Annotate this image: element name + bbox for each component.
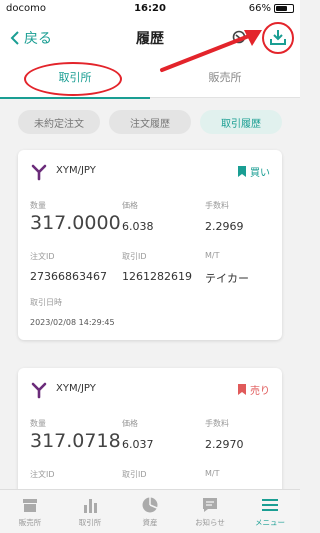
trade-side-badge: 買い [238,164,270,179]
datetime-label: 取引日時 [30,298,62,307]
nav-label: メニュー [255,518,285,527]
fee-label: 手数料 [205,419,229,428]
bookmark-icon [238,384,246,395]
status-right: 66% [249,3,294,14]
mt-value: テイカー [205,272,249,285]
mt-label: M/T [205,251,220,260]
filter-trade-history[interactable]: 取引履歴 [200,110,282,134]
trade-card: XYM/JPY 売り 数量 317.0718 価格 6.037 手数料 2.29… [18,368,282,508]
fee-value: 2.2969 [205,220,244,233]
symbol-coin-icon [31,382,47,399]
nav-label: 販売所 [18,518,42,527]
nav-item-sales[interactable]: 販売所 [0,490,60,533]
price-label: 価格 [122,419,138,428]
trade-pair: XYM/JPY [56,383,96,394]
bottom-nav: 販売所 取引所 資産 お知らせ メニュー [0,489,300,533]
fee-value: 2.2970 [205,438,244,451]
nav-item-notices[interactable]: お知らせ [180,490,240,533]
quantity-value: 317.0718 [30,430,121,452]
price-label: 価格 [122,201,138,210]
order-id-label: 注文ID [30,470,55,479]
filter-order-history[interactable]: 注文履歴 [109,110,191,134]
trade-side-badge: 売り [238,382,270,397]
symbol-coin-icon [31,164,47,181]
order-id-label: 注文ID [30,252,55,261]
filter-open-orders[interactable]: 未約定注文 [18,110,100,134]
datetime-value: 2023/02/08 14:29:45 [30,318,115,327]
trade-side-label: 買い [250,168,270,179]
bar-chart-icon [84,499,97,513]
nav-item-menu[interactable]: メニュー [240,490,300,533]
annotation-arrow [160,30,262,72]
nav-item-exchange[interactable]: 取引所 [60,490,120,533]
quantity-label: 数量 [30,201,46,210]
order-id-value: 27366863467 [30,270,107,283]
trade-card-header: XYM/JPY 買い [30,163,270,181]
trade-id-value: 1261282619 [122,270,192,283]
pie-chart-icon [142,497,158,513]
nav-label: お知らせ [195,518,225,527]
price-value: 6.037 [122,438,154,451]
trade-id-label: 取引ID [122,470,147,479]
battery-icon [274,4,294,13]
annotation-circle [262,22,294,54]
history-filters: 未約定注文 注文履歴 取引履歴 [18,110,282,134]
nav-item-assets[interactable]: 資産 [120,490,180,533]
mt-label: M/T [205,469,220,478]
nav-label: 取引所 [78,518,102,527]
menu-icon [262,499,278,511]
trade-card: XYM/JPY 買い 数量 317.0000 価格 6.038 手数料 2.29… [18,150,282,340]
trade-pair: XYM/JPY [56,165,96,176]
trade-card-header: XYM/JPY 売り [30,381,270,399]
quantity-value: 317.0000 [30,212,121,234]
trade-side-label: 売り [250,386,270,397]
annotation-ellipse [24,62,122,96]
status-bar: docomo 16:20 66% [0,0,300,18]
quantity-label: 数量 [30,419,46,428]
bookmark-icon [238,166,246,177]
shop-icon [23,499,37,512]
nav-label: 資産 [142,518,158,527]
trade-id-label: 取引ID [122,252,147,261]
fee-label: 手数料 [205,201,229,210]
message-icon [203,498,217,512]
price-value: 6.038 [122,220,154,233]
battery-percent: 66% [248,3,271,14]
